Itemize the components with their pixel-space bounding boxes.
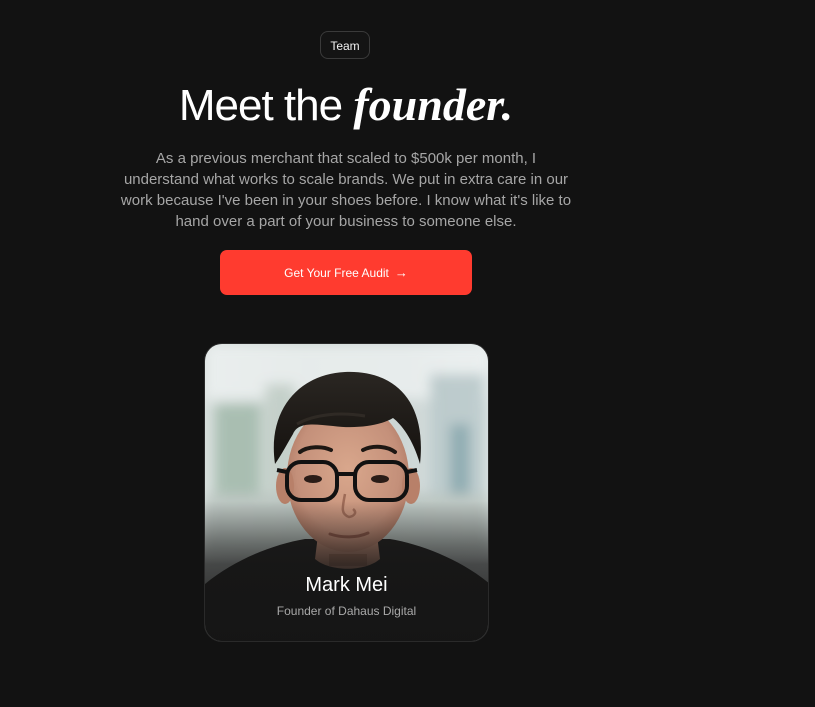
founder-role: Founder of Dahaus Digital — [276, 604, 417, 618]
team-section: Team Meet the founder. As a previous mer… — [0, 0, 815, 707]
title-plain-text: Meet the — [178, 81, 343, 130]
arrow-right-icon: → — [394, 265, 408, 280]
founder-card: Mark Mei Founder of Dahaus Digital — [204, 343, 489, 642]
founder-name: Mark Mei — [305, 574, 388, 596]
section-title: Meet the founder. — [0, 78, 692, 133]
free-audit-button-label: Get Your Free Audit — [284, 265, 389, 280]
title-italic-text: founder. — [353, 79, 514, 130]
card-fade-overlay — [205, 501, 488, 641]
free-audit-button[interactable]: Get Your Free Audit → — [220, 250, 472, 295]
section-description: As a previous merchant that scaled to $5… — [120, 150, 572, 230]
team-badge: Team — [320, 31, 370, 59]
